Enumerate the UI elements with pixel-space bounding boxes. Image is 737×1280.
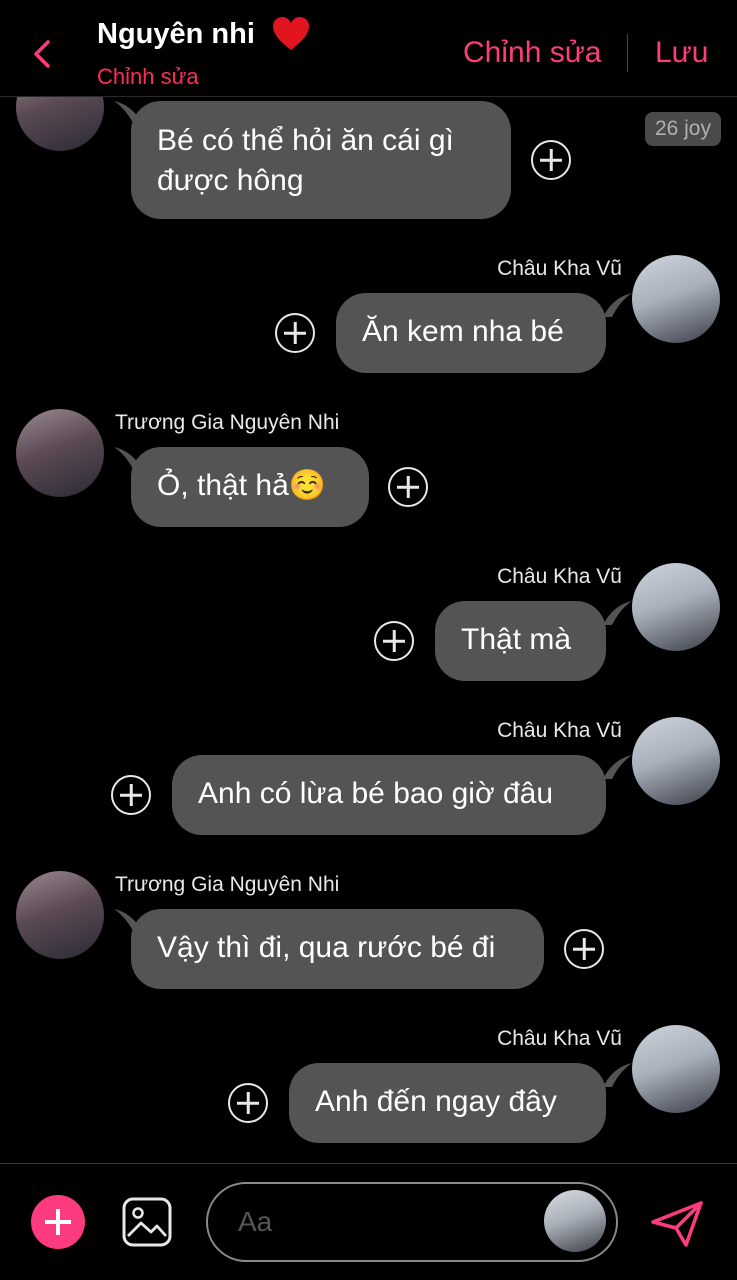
sender-name: Châu Kha Vũ bbox=[497, 257, 622, 280]
avatar[interactable] bbox=[632, 717, 720, 805]
message-bubble[interactable]: Vậy thì đi, qua rước bé đi bbox=[131, 909, 544, 989]
message-bubble[interactable]: Ỏ, thật hả☺️ bbox=[131, 447, 369, 527]
composer-bar: Aa bbox=[0, 1163, 737, 1280]
edit-button[interactable]: Chỉnh sửa bbox=[463, 36, 602, 70]
message-bubble[interactable]: Ăn kem nha bé bbox=[336, 293, 606, 373]
bubble-tail bbox=[604, 1063, 632, 1087]
contact-name[interactable]: Nguyên nhi bbox=[97, 18, 255, 51]
header-subtitle[interactable]: Chỉnh sửa bbox=[97, 64, 199, 90]
sender-name: Châu Kha Vũ bbox=[497, 719, 622, 742]
sender-name: Châu Kha Vũ bbox=[497, 565, 622, 588]
plus-circle-icon[interactable] bbox=[531, 140, 571, 180]
joy-badge: 26 joy bbox=[644, 112, 721, 146]
avatar[interactable] bbox=[544, 1190, 606, 1252]
header-divider bbox=[627, 34, 628, 72]
chat-header: Nguyên nhi Chỉnh sửa Chỉnh sửa Lưu bbox=[0, 0, 737, 97]
avatar[interactable] bbox=[16, 97, 104, 151]
message-list[interactable]: 26 joy Bé có thể hỏi ăn cái gì được hông… bbox=[0, 97, 737, 1163]
message-bubble[interactable]: Bé có thể hỏi ăn cái gì được hông bbox=[131, 101, 511, 219]
plus-circle-icon[interactable] bbox=[111, 775, 151, 815]
image-icon[interactable] bbox=[121, 1196, 173, 1248]
chevron-left-icon[interactable] bbox=[28, 34, 58, 74]
avatar[interactable] bbox=[632, 563, 720, 651]
sender-name: Châu Kha Vũ bbox=[497, 1027, 622, 1050]
input-placeholder: Aa bbox=[238, 1206, 273, 1237]
save-button[interactable]: Lưu bbox=[655, 36, 708, 70]
send-icon[interactable] bbox=[650, 1200, 704, 1248]
message-bubble[interactable]: Anh có lừa bé bao giờ đâu bbox=[172, 755, 606, 835]
bubble-tail bbox=[604, 755, 632, 779]
heart-icon bbox=[273, 17, 309, 50]
plus-circle-icon[interactable] bbox=[374, 621, 414, 661]
avatar[interactable] bbox=[632, 1025, 720, 1113]
sender-name: Trương Gia Nguyên Nhi bbox=[115, 873, 340, 896]
plus-circle-icon[interactable] bbox=[228, 1083, 268, 1123]
avatar[interactable] bbox=[632, 255, 720, 343]
bubble-tail bbox=[604, 601, 632, 625]
sender-name: Trương Gia Nguyên Nhi bbox=[115, 411, 340, 434]
plus-circle-icon[interactable] bbox=[388, 467, 428, 507]
chat-screen: Nguyên nhi Chỉnh sửa Chỉnh sửa Lưu 26 jo… bbox=[0, 0, 737, 1280]
bubble-tail bbox=[604, 293, 632, 317]
plus-circle-icon[interactable] bbox=[564, 929, 604, 969]
message-bubble[interactable]: Anh đến ngay đây bbox=[289, 1063, 606, 1143]
message-input[interactable]: Aa bbox=[206, 1182, 618, 1262]
avatar[interactable] bbox=[16, 871, 104, 959]
avatar[interactable] bbox=[16, 409, 104, 497]
message-bubble[interactable]: Thật mà bbox=[435, 601, 606, 681]
plus-circle-icon[interactable] bbox=[275, 313, 315, 353]
plus-icon[interactable] bbox=[31, 1195, 85, 1249]
